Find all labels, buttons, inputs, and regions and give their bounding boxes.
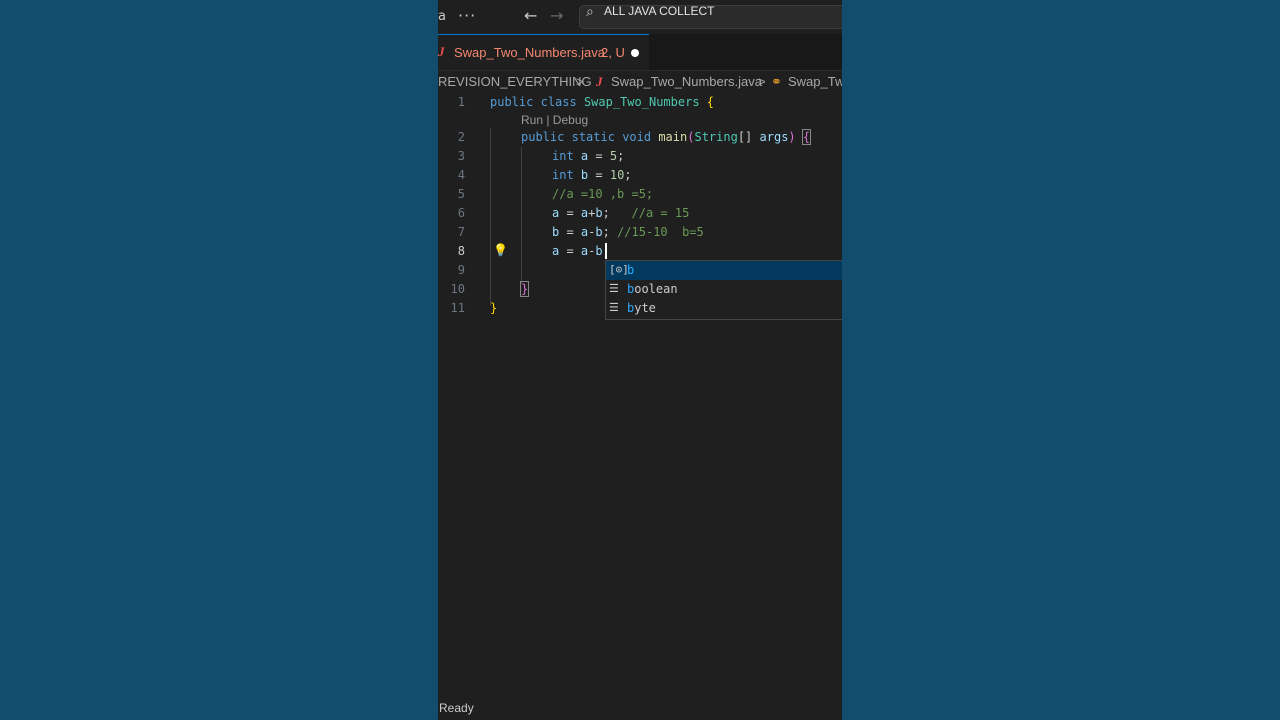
arrow-left-icon[interactable]: ← <box>524 6 537 25</box>
code-line: 4 int b = 10; <box>438 165 842 184</box>
code-line: 2 public static void main(String[] args)… <box>438 127 842 146</box>
vscode-window: a ··· ← → ⌕ ALL JAVA COLLECT J Swap_Two_… <box>438 0 842 720</box>
status-bar: Ready <box>438 697 842 720</box>
line-number: 1 <box>457 95 465 109</box>
suggestion-item[interactable]: ☰ byte <box>606 299 842 318</box>
ellipsis-icon[interactable]: ··· <box>458 6 476 25</box>
line-number: 9 <box>457 263 465 277</box>
variable-icon: [⊙] <box>609 263 629 276</box>
line-number: 6 <box>457 206 465 220</box>
code-text: a = a+b; //a = 15 <box>552 206 690 220</box>
suggestion-item[interactable]: ☰ boolean <box>606 280 842 299</box>
class-symbol-icon: ⚭ <box>771 74 782 89</box>
code-text: public class Swap_Two_Numbers { <box>490 95 715 109</box>
breadcrumb-symbol[interactable]: Swap_Tw <box>788 74 842 89</box>
code-line: 7 b = a-b; //15-10 b=5 <box>438 222 842 241</box>
title-fragment: a <box>438 9 446 24</box>
title-bar: a ··· ← → ⌕ ALL JAVA COLLECT <box>438 0 842 34</box>
problem-badge: 2, U <box>601 45 625 60</box>
autocomplete-popup: [⊙] b ☰ boolean ☰ byte <box>605 260 842 320</box>
line-number: 10 <box>450 282 465 296</box>
breadcrumb: REVISION_EVERYTHING > J Swap_Two_Numbers… <box>438 72 842 92</box>
code-line: 3 int a = 5; <box>438 146 842 165</box>
line-number: 7 <box>457 225 465 239</box>
java-file-icon: J <box>438 44 445 59</box>
tab-swap-two-numbers[interactable]: J Swap_Two_Numbers.java 2, U <box>438 34 649 70</box>
lightbulb-icon[interactable]: 💡 <box>493 243 508 257</box>
code-text: int a = 5; <box>552 149 625 163</box>
code-line: 1 public class Swap_Two_Numbers { <box>438 92 842 111</box>
keyword-icon: ☰ <box>609 301 619 314</box>
search-icon: ⌕ <box>586 4 594 20</box>
tab-bar: J Swap_Two_Numbers.java 2, U <box>438 34 842 71</box>
line-number: 3 <box>457 149 465 163</box>
command-center-label: ALL JAVA COLLECT <box>604 4 715 18</box>
line-number: 4 <box>457 168 465 182</box>
code-text: b = a-b; //15-10 b=5 <box>552 225 704 239</box>
suggestion-item[interactable]: [⊙] b <box>606 261 842 280</box>
chevron-right-icon: > <box>576 74 584 89</box>
code-text: a = a-b <box>552 244 603 258</box>
code-line: 5 //a =10 ,b =5; <box>438 184 842 203</box>
text-cursor <box>605 243 607 259</box>
code-text: } <box>519 281 530 297</box>
breadcrumb-file[interactable]: Swap_Two_Numbers.java <box>611 74 762 89</box>
line-number: 11 <box>450 301 465 315</box>
arrow-right-icon[interactable]: → <box>550 6 563 25</box>
status-text: Ready <box>439 701 474 715</box>
suggestion-label: b <box>627 263 635 277</box>
line-number: 8 <box>457 244 465 258</box>
code-text: public static void main(String[] args) { <box>521 129 812 145</box>
line-number: 2 <box>457 130 465 144</box>
suggestion-label: byte <box>627 301 656 315</box>
breadcrumb-folder[interactable]: REVISION_EVERYTHING <box>438 74 592 89</box>
java-file-icon: J <box>596 74 603 89</box>
suggestion-label: boolean <box>627 282 678 296</box>
code-text: } <box>490 301 498 315</box>
code-line: 6 a = a+b; //a = 15 <box>438 203 842 222</box>
keyword-icon: ☰ <box>609 282 619 295</box>
code-text: int b = 10; <box>552 168 632 182</box>
code-comment: //a =10 ,b =5; <box>552 187 654 201</box>
codelens-run-debug[interactable]: Run | Debug <box>521 113 588 127</box>
line-number: 5 <box>457 187 465 201</box>
dirty-dot-icon[interactable] <box>631 49 639 57</box>
chevron-right-icon: > <box>758 74 766 89</box>
tab-label: Swap_Two_Numbers.java <box>454 45 606 60</box>
